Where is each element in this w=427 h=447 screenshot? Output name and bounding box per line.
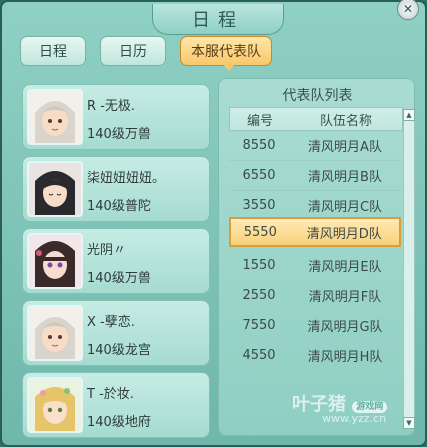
team-list-title: 代表队列表 [282, 88, 353, 104]
team-id: 5550 [243, 224, 277, 240]
close-icon: ✕ [402, 2, 414, 16]
player-level: 140级万兽 [87, 127, 151, 142]
player-card[interactable]: 光阴〃 140级万兽 [22, 228, 210, 294]
team-id: 7550 [242, 318, 276, 333]
tab-bar: 日程 日历 本服代表队 [20, 36, 272, 66]
team-name: 清风明月A队 [308, 140, 382, 155]
avatar [27, 305, 83, 361]
player-name: X -孽恋. [87, 315, 135, 330]
player-name: 柒妞妞妞妞。 [87, 171, 166, 186]
column-header-name: 队伍名称 [319, 113, 372, 129]
table-row[interactable]: 7550 清风明月G队 [229, 311, 401, 341]
table-row[interactable]: 6550 清风明月B队 [229, 161, 401, 191]
tab-calendar[interactable]: 日历 [100, 36, 166, 66]
player-level: 140级龙宫 [87, 343, 151, 358]
scroll-down-arrow-icon[interactable]: ▼ [403, 417, 415, 429]
player-name: R -无极. [87, 99, 135, 114]
player-card[interactable]: R -无极. 140级万兽 [22, 84, 210, 150]
team-list-scrollbar[interactable]: ▲ ▼ [403, 109, 415, 429]
close-button[interactable]: ✕ [397, 0, 419, 20]
team-id: 2550 [242, 288, 276, 303]
watermark-badge: 游戏网 [352, 400, 388, 413]
player-card[interactable]: T -於妆. 140级地府 [22, 372, 210, 438]
table-header: 编号 队伍名称 [229, 107, 403, 131]
team-name: 清风明月D队 [306, 226, 382, 242]
tab-schedule[interactable]: 日程 [20, 36, 86, 66]
avatar [27, 89, 83, 145]
avatar [27, 377, 83, 433]
watermark-url: www.yzz.cn [322, 412, 387, 425]
team-id: 8550 [242, 138, 276, 153]
team-id: 1550 [242, 258, 276, 273]
table-row[interactable]: 4550 清风明月H队 [229, 341, 401, 371]
table-row[interactable]: 8550 清风明月A队 [229, 131, 401, 161]
team-name: 清风明月C队 [307, 200, 383, 215]
avatar [27, 233, 83, 289]
table-row-selected[interactable]: 5550 清风明月D队 [229, 217, 401, 247]
player-name: 光阴〃 [87, 243, 127, 258]
player-level: 140级普陀 [87, 199, 151, 214]
schedule-window: 日程 ✕ 日程 日历 本服代表队 R -无极. 140级万兽 柒妞妞妞妞。 14… [0, 0, 427, 447]
table-row[interactable]: 1550 清风明月E队 [229, 251, 401, 281]
player-card[interactable]: X -孽恋. 140级龙宫 [22, 300, 210, 366]
player-card[interactable]: 柒妞妞妞妞。 140级普陀 [22, 156, 210, 222]
team-name: 清风明月B队 [308, 170, 382, 185]
team-list-panel: 代表队列表 编号 队伍名称 8550 清风明月A队 6550 清风明月B队 35… [218, 78, 415, 436]
player-level: 140级地府 [87, 415, 151, 430]
team-name: 清风明月F队 [308, 290, 382, 305]
team-name: 清风明月E队 [308, 260, 382, 275]
active-tab-pointer [223, 64, 235, 71]
player-level: 140级万兽 [87, 271, 151, 286]
team-id: 4550 [242, 348, 276, 363]
table-row[interactable]: 2550 清风明月F队 [229, 281, 401, 311]
team-id: 3550 [242, 198, 276, 213]
column-header-id: 编号 [246, 113, 273, 129]
tab-server-team[interactable]: 本服代表队 [180, 36, 272, 66]
window-title: 日程 [152, 4, 284, 35]
team-id: 6550 [242, 168, 276, 183]
scroll-up-arrow-icon[interactable]: ▲ [403, 109, 415, 121]
player-list: R -无极. 140级万兽 柒妞妞妞妞。 140级普陀 光阴〃 140级万兽 X… [22, 84, 212, 439]
team-name: 清风明月G队 [307, 320, 383, 335]
team-name: 清风明月H队 [307, 350, 383, 365]
player-name: T -於妆. [87, 387, 134, 402]
avatar [27, 161, 83, 217]
